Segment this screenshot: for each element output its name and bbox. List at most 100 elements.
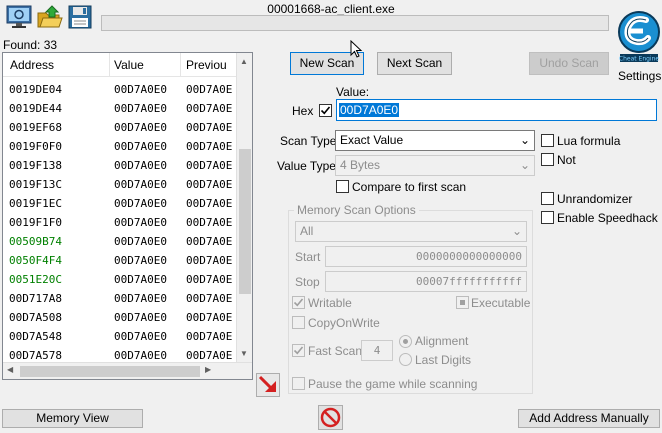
results-header: Address Value Previou bbox=[3, 53, 239, 77]
speedhack-checkbox[interactable] bbox=[541, 211, 554, 224]
cell-value: 00D7A0E0 bbox=[114, 273, 167, 286]
cell-address: 0019F1F0 bbox=[9, 216, 62, 229]
table-row[interactable]: 0019F13C 00D7A0E0 00D7A0E bbox=[3, 175, 239, 194]
undo-scan-button[interactable]: Undo Scan bbox=[529, 52, 609, 75]
cell-address: 00D717A8 bbox=[9, 292, 62, 305]
cell-value: 00D7A0E0 bbox=[114, 159, 167, 172]
cell-address: 00D7A548 bbox=[9, 330, 62, 343]
cell-previous: 00D7A0E bbox=[186, 330, 233, 343]
stop-process-button[interactable] bbox=[318, 405, 343, 430]
cell-previous: 00D7A0E bbox=[186, 178, 233, 191]
cursor-arrow-icon bbox=[350, 39, 363, 58]
cell-value: 00D7A0E0 bbox=[114, 254, 167, 267]
table-row[interactable]: 0019F138 00D7A0E0 00D7A0E bbox=[3, 156, 239, 175]
value-type-value: 4 Bytes bbox=[340, 158, 381, 172]
next-scan-button[interactable]: Next Scan bbox=[377, 52, 452, 75]
table-row[interactable]: 00509B74 00D7A0E0 00D7A0E bbox=[3, 232, 239, 251]
unrandomizer-checkbox[interactable] bbox=[541, 192, 554, 205]
add-selected-to-list-button[interactable] bbox=[256, 373, 280, 397]
cell-address: 00D7A578 bbox=[9, 349, 62, 362]
cell-address: 00D7A508 bbox=[9, 311, 62, 324]
table-row[interactable]: 0019F1EC 00D7A0E0 00D7A0E bbox=[3, 194, 239, 213]
pause-game-checkbox[interactable] bbox=[292, 377, 305, 390]
cheat-engine-logo[interactable]: Cheat Engine bbox=[613, 2, 661, 64]
cell-value: 00D7A0E0 bbox=[114, 292, 167, 305]
table-row[interactable]: 00D717A8 00D7A0E0 00D7A0E bbox=[3, 289, 239, 308]
cell-previous: 00D7A0E bbox=[186, 216, 233, 229]
cell-address: 0019DE44 bbox=[9, 102, 62, 115]
results-vertical-scrollbar[interactable]: ▲ ▼ bbox=[236, 53, 252, 363]
fast-scan-checkbox[interactable] bbox=[292, 344, 305, 357]
cell-value: 00D7A0E0 bbox=[114, 311, 167, 324]
column-address[interactable]: Address bbox=[10, 58, 54, 72]
executable-label: Executable bbox=[471, 296, 531, 310]
start-address-input[interactable]: 0000000000000000 bbox=[325, 246, 527, 267]
table-row[interactable]: 0019F1F0 00D7A0E0 00D7A0E bbox=[3, 213, 239, 232]
compare-first-scan-label: Compare to first scan bbox=[352, 180, 467, 194]
cell-previous: 00D7A0E bbox=[186, 254, 233, 267]
svg-text:Cheat Engine: Cheat Engine bbox=[619, 56, 659, 63]
alignment-radio[interactable] bbox=[399, 335, 412, 348]
cell-value: 00D7A0E0 bbox=[114, 121, 167, 134]
cell-address: 0019DE04 bbox=[9, 83, 62, 96]
copy-on-write-checkbox[interactable] bbox=[292, 316, 305, 329]
cell-value: 00D7A0E0 bbox=[114, 216, 167, 229]
cell-previous: 00D7A0E bbox=[186, 292, 233, 305]
scan-type-select[interactable]: Exact Value ⌄ bbox=[335, 130, 535, 151]
table-row[interactable]: 0019DE04 00D7A0E0 00D7A0E bbox=[3, 80, 239, 99]
table-row[interactable]: 00D7A508 00D7A0E0 00D7A0E bbox=[3, 308, 239, 327]
cell-value: 00D7A0E0 bbox=[114, 197, 167, 210]
cell-value: 00D7A0E0 bbox=[114, 178, 167, 191]
cell-previous: 00D7A0E bbox=[186, 273, 233, 286]
stop-label: Stop bbox=[295, 275, 320, 289]
results-list[interactable]: Address Value Previou 0019DE04 00D7A0E0 00… bbox=[2, 52, 253, 380]
vertical-scroll-thumb[interactable] bbox=[239, 149, 251, 294]
value-label: Value: bbox=[336, 85, 370, 99]
value-input[interactable]: 00D7A0E0 bbox=[336, 99, 657, 121]
pause-game-label: Pause the game while scanning bbox=[308, 377, 478, 391]
table-row[interactable]: 0019DE44 00D7A0E0 00D7A0E bbox=[3, 99, 239, 118]
cell-previous: 00D7A0E bbox=[186, 349, 233, 362]
chevron-down-icon: ⌄ bbox=[519, 158, 530, 172]
cell-value: 00D7A0E0 bbox=[114, 235, 167, 248]
value-type-select[interactable]: 4 Bytes ⌄ bbox=[335, 155, 535, 176]
settings-label[interactable]: Settings bbox=[618, 69, 661, 83]
hex-checkbox[interactable] bbox=[319, 104, 332, 117]
table-row[interactable]: 00D7A548 00D7A0E0 00D7A0E bbox=[3, 327, 239, 346]
not-checkbox[interactable] bbox=[541, 153, 554, 166]
alignment-label: Alignment bbox=[415, 334, 469, 348]
cell-value: 00D7A0E0 bbox=[114, 330, 167, 343]
lua-formula-checkbox[interactable] bbox=[541, 134, 554, 147]
checkmark-icon bbox=[320, 106, 331, 115]
fast-scan-alignment-input[interactable]: 4 bbox=[361, 340, 393, 361]
executable-checkbox[interactable] bbox=[456, 296, 469, 309]
found-count: Found: 33 bbox=[3, 38, 58, 52]
cell-address: 0019F138 bbox=[9, 159, 62, 172]
radio-dot bbox=[403, 339, 408, 344]
indeterminate-mark bbox=[460, 300, 465, 305]
table-row[interactable]: 0050F4F4 00D7A0E0 00D7A0E bbox=[3, 251, 239, 270]
compare-first-scan-checkbox[interactable] bbox=[336, 180, 349, 193]
table-row[interactable]: 0051E20C 00D7A0E0 00D7A0E bbox=[3, 270, 239, 289]
results-horizontal-scrollbar[interactable]: ◀ ▶ bbox=[3, 362, 252, 379]
add-address-manually-button[interactable]: Add Address Manually bbox=[518, 409, 660, 428]
cell-value: 00D7A0E0 bbox=[114, 140, 167, 153]
chevron-down-icon: ⌄ bbox=[519, 133, 530, 147]
scan-type-label: Scan Type bbox=[280, 134, 337, 148]
cell-address: 0019EF68 bbox=[9, 121, 62, 134]
column-previous[interactable]: Previou bbox=[186, 58, 227, 72]
memory-region-select[interactable]: All ⌄ bbox=[295, 221, 527, 242]
cell-previous: 00D7A0E bbox=[186, 197, 233, 210]
writable-label: Writable bbox=[308, 296, 352, 310]
memory-view-button[interactable]: Memory View bbox=[2, 409, 143, 428]
writable-checkbox[interactable] bbox=[292, 296, 305, 309]
cell-previous: 00D7A0E bbox=[186, 159, 233, 172]
last-digits-radio[interactable] bbox=[399, 353, 412, 366]
horizontal-scroll-thumb[interactable] bbox=[20, 366, 200, 377]
cell-address: 00509B74 bbox=[9, 235, 62, 248]
column-value[interactable]: Value bbox=[114, 58, 144, 72]
table-row[interactable]: 0019EF68 00D7A0E0 00D7A0E bbox=[3, 118, 239, 137]
cell-value: 00D7A0E0 bbox=[114, 102, 167, 115]
stop-address-input[interactable]: 00007fffffffffff bbox=[325, 271, 527, 292]
table-row[interactable]: 0019F0F0 00D7A0E0 00D7A0E bbox=[3, 137, 239, 156]
